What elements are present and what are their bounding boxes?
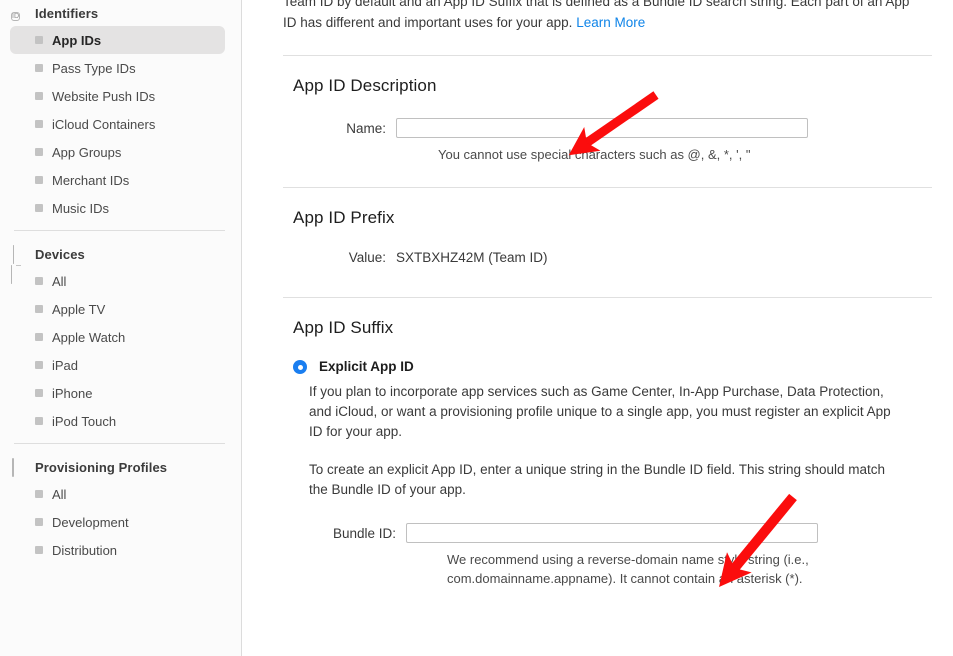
bullet-icon: [35, 333, 43, 341]
sidebar-group-header-devices: Devices: [0, 241, 241, 284]
explicit-paragraph-2: To create an explicit App ID, enter a un…: [309, 462, 886, 497]
sidebar-item-label: iPad: [52, 357, 79, 373]
sidebar-group-devices: Devices All Apple TV Apple Watch iPad iP…: [0, 241, 241, 435]
bullet-icon: [35, 518, 43, 526]
bundle-id-field-row: Bundle ID:: [283, 523, 932, 543]
sidebar-item-label: Pass Type IDs: [52, 60, 136, 76]
sidebar-group-header-provisioning-profiles: Provisioning Profiles: [0, 454, 241, 480]
radio-selected-icon[interactable]: [293, 360, 307, 374]
sidebar-item-pass-type-ids[interactable]: Pass Type IDs: [10, 54, 225, 82]
sidebar-item-ipod-touch[interactable]: iPod Touch: [10, 407, 225, 435]
sidebar-item-distribution[interactable]: Distribution: [10, 536, 225, 564]
explicit-paragraph-1: If you plan to incorporate app services …: [309, 384, 891, 439]
bundle-id-helper-text: We recommend using a reverse-domain name…: [447, 552, 809, 586]
bullet-icon: [35, 389, 43, 397]
sidebar-item-apple-watch[interactable]: Apple Watch: [10, 323, 225, 351]
sidebar-item-ipad[interactable]: iPad: [10, 351, 225, 379]
sidebar-item-label: Website Push IDs: [52, 88, 156, 104]
sidebar-item-app-groups[interactable]: App Groups: [10, 138, 225, 166]
bundle-id-label: Bundle ID:: [332, 525, 396, 541]
sidebar-item-website-push-ids[interactable]: Website Push IDs: [10, 82, 225, 110]
app-root: ID Identifiers App IDs Pass Type IDs Web…: [0, 0, 953, 656]
sidebar-divider: [14, 443, 225, 444]
sidebar-group-provisioning-profiles: Provisioning Profiles All Development Di…: [0, 454, 241, 564]
bullet-icon: [35, 204, 43, 212]
explicit-app-id-option[interactable]: Explicit App ID: [293, 358, 932, 375]
explicit-app-id-label: Explicit App ID: [319, 359, 414, 374]
app-id-prefix-title: App ID Prefix: [293, 208, 395, 227]
explicit-app-id-description: If you plan to incorporate app services …: [309, 382, 905, 500]
learn-more-link[interactable]: Learn More: [576, 15, 645, 30]
name-label: Name:: [346, 120, 386, 136]
sidebar-item-label: Music IDs: [52, 200, 110, 216]
sidebar-item-label: All: [52, 273, 67, 289]
value-label: Value:: [348, 250, 386, 265]
bullet-icon: [35, 361, 43, 369]
device-icon: [11, 244, 26, 284]
bullet-icon: [35, 36, 43, 44]
app-id-description-title: App ID Description: [293, 76, 437, 95]
sidebar-item-label: Development: [52, 514, 129, 530]
name-field-row: Name:: [283, 118, 932, 138]
app-id-suffix-title: App ID Suffix: [293, 318, 394, 337]
section-divider: [283, 187, 932, 188]
sidebar: ID Identifiers App IDs Pass Type IDs Web…: [0, 0, 242, 656]
bundle-id-input[interactable]: [406, 523, 818, 543]
sidebar-item-development[interactable]: Development: [10, 508, 225, 536]
sidebar-item-label: Merchant IDs: [52, 172, 130, 188]
sidebar-item-label: App Groups: [52, 144, 122, 160]
sidebar-item-label: Apple TV: [52, 301, 106, 317]
sidebar-item-label: iCloud Containers: [52, 116, 156, 132]
document-icon: [11, 457, 26, 477]
sidebar-item-apple-tv[interactable]: Apple TV: [10, 295, 225, 323]
section-divider: [283, 297, 932, 298]
sidebar-item-icloud-containers[interactable]: iCloud Containers: [10, 110, 225, 138]
bullet-icon: [35, 546, 43, 554]
sidebar-item-devices-all[interactable]: All: [10, 267, 225, 295]
sidebar-item-label: App IDs: [52, 32, 102, 48]
sidebar-divider: [14, 230, 225, 231]
sidebar-group-title: Identifiers: [35, 5, 99, 21]
bullet-icon: [35, 277, 43, 285]
main-content: Team ID by default and an App ID Suffix …: [242, 0, 953, 656]
team-id-value: SXTBXHZ42M (Team ID): [396, 250, 548, 265]
sidebar-item-label: Distribution: [52, 542, 118, 558]
bullet-icon: [35, 120, 43, 128]
sidebar-item-app-ids[interactable]: App IDs: [10, 26, 225, 54]
sidebar-group-header-identifiers: ID Identifiers: [0, 0, 241, 26]
intro-paragraph: Team ID by default and an App ID Suffix …: [283, 0, 913, 33]
sidebar-group-title: Provisioning Profiles: [35, 459, 168, 475]
section-divider: [283, 55, 932, 56]
sidebar-item-merchant-ids[interactable]: Merchant IDs: [10, 166, 225, 194]
sidebar-item-label: All: [52, 486, 67, 502]
name-helper-text: You cannot use special characters such a…: [438, 147, 751, 162]
bullet-icon: [35, 92, 43, 100]
sidebar-item-label: iPod Touch: [52, 413, 117, 429]
bullet-icon: [35, 490, 43, 498]
sidebar-item-music-ids[interactable]: Music IDs: [10, 194, 225, 222]
sidebar-item-iphone[interactable]: iPhone: [10, 379, 225, 407]
bullet-icon: [35, 64, 43, 72]
bullet-icon: [35, 417, 43, 425]
sidebar-item-label: Apple Watch: [52, 329, 126, 345]
prefix-value-row: Value: SXTBXHZ42M (Team ID): [283, 250, 932, 265]
sidebar-item-label: iPhone: [52, 385, 93, 401]
sidebar-group-title: Devices: [35, 246, 85, 262]
name-input[interactable]: [396, 118, 808, 138]
bullet-icon: [35, 305, 43, 313]
sidebar-item-profiles-all[interactable]: All: [10, 480, 225, 508]
sidebar-group-identifiers: ID Identifiers App IDs Pass Type IDs Web…: [0, 0, 241, 222]
bullet-icon: [35, 148, 43, 156]
id-badge-icon: ID: [11, 11, 20, 21]
bullet-icon: [35, 176, 43, 184]
intro-line-1: Team ID by default and an App ID Suffix …: [283, 0, 883, 9]
